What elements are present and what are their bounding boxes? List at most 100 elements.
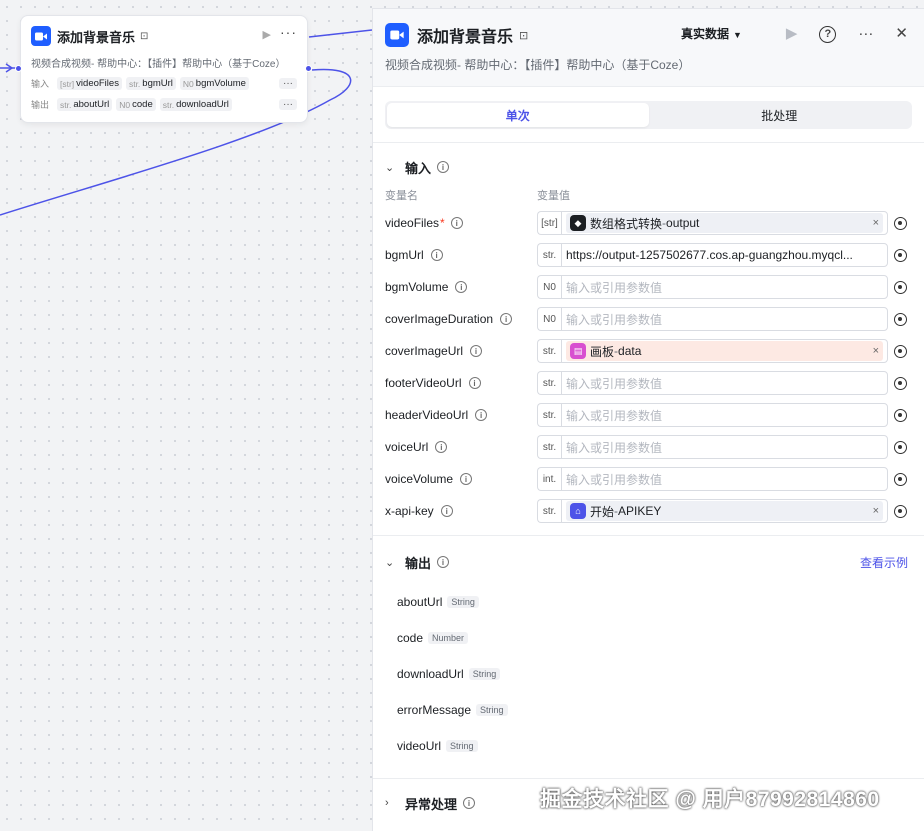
more-icon[interactable]: ···: [858, 25, 873, 42]
param-name-text: voiceUrl: [385, 440, 429, 454]
clear-icon[interactable]: ×: [873, 217, 879, 229]
param-name-text: coverImageUrl: [385, 344, 464, 358]
run-icon[interactable]: ▶: [786, 24, 798, 42]
param-name: x-api-key i: [385, 504, 537, 518]
info-icon[interactable]: i: [500, 313, 513, 325]
info-icon[interactable]: i: [437, 161, 450, 173]
reference-picker-icon[interactable]: [888, 307, 912, 331]
param-input[interactable]: str. ⌂ 开始 - APIKEY ×: [537, 499, 912, 523]
reference-picker-icon[interactable]: [888, 211, 912, 235]
value-field[interactable]: https://output-1257502677.cos.ap-guangzh…: [561, 243, 888, 267]
param-input[interactable]: str. https://output-1257502677.cos.ap-gu…: [537, 243, 912, 267]
input-section-header[interactable]: ⌄ 输入 i: [373, 155, 924, 179]
plugin-node-add-bgm[interactable]: 添加背景音乐 ⊡ ▶ ··· 视频合成视频- 帮助中心：【插件】帮助中心（基于C…: [20, 15, 308, 123]
output-port[interactable]: [305, 65, 312, 72]
node-config-panel: 添加背景音乐 ⊡ 真实数据 ▼ ▶ ? ··· ✕ 视频合成视频- 帮助中心：【插…: [372, 8, 924, 831]
ref-node: 数组格式转换: [590, 216, 663, 231]
input-label: 输入: [31, 79, 50, 89]
more-icon[interactable]: ···: [280, 24, 297, 40]
param-name-text: bgmVolume: [385, 280, 449, 294]
type-tag: str.: [537, 403, 561, 427]
video-camera-icon: [385, 23, 409, 47]
tab-single[interactable]: 单次: [387, 103, 649, 127]
info-icon[interactable]: i: [435, 441, 448, 453]
input-port[interactable]: [15, 65, 22, 72]
param-name-text: coverImageDuration: [385, 312, 494, 326]
value-field[interactable]: 输入或引用参数值: [561, 403, 888, 427]
reference-chip[interactable]: ⌂ 开始 - APIKEY ×: [566, 501, 883, 521]
ref-var: data: [618, 344, 642, 358]
reference-picker-icon[interactable]: [888, 435, 912, 459]
info-icon[interactable]: i: [455, 281, 468, 293]
param-value: https://output-1257502677.cos.ap-guangzh…: [566, 248, 853, 262]
param-input[interactable]: [str] ◆ 数组格式转换 - output ×: [537, 211, 912, 235]
value-field[interactable]: 输入或引用参数值: [561, 371, 888, 395]
value-field[interactable]: 输入或引用参数值: [561, 435, 888, 459]
run-mode-tabs: 单次 批处理: [385, 101, 912, 129]
ref-node: 画板: [590, 344, 615, 359]
output-chip: str. downloadUrl: [159, 98, 232, 111]
info-icon[interactable]: i: [460, 473, 473, 485]
param-name-text: videoFiles: [385, 216, 440, 230]
info-icon[interactable]: i: [468, 377, 481, 389]
param-row: x-api-key i str. ⌂ 开始 - APIKEY ×: [373, 495, 924, 527]
value-field[interactable]: ◆ 数组格式转换 - output ×: [561, 211, 888, 235]
chevron-down-icon: ⌄: [385, 556, 395, 569]
param-input[interactable]: str. 输入或引用参数值: [537, 435, 912, 459]
clear-icon[interactable]: ×: [873, 505, 879, 517]
reference-picker-icon[interactable]: [888, 403, 912, 427]
info-icon[interactable]: i: [440, 505, 453, 517]
type-tag: str.: [537, 499, 561, 523]
param-input[interactable]: int. 输入或引用参数值: [537, 467, 912, 491]
info-icon[interactable]: i: [463, 797, 476, 809]
run-icon[interactable]: ▶: [263, 28, 271, 41]
output-chip: N0 code: [116, 98, 156, 111]
reference-picker-icon[interactable]: [888, 339, 912, 363]
param-input[interactable]: str. ▤ 画板 - data ×: [537, 339, 912, 363]
param-input[interactable]: N0 输入或引用参数值: [537, 307, 912, 331]
panel-header: 添加背景音乐 ⊡ 真实数据 ▼ ▶ ? ··· ✕ 视频合成视频- 帮助中心：【插…: [373, 9, 924, 87]
panel-desc: 视频合成视频- 帮助中心：【插件】帮助中心（基于Coze）: [385, 58, 691, 72]
data-mode-select[interactable]: 真实数据 ▼: [681, 25, 742, 42]
node-outputs-row: 输出 str. aboutUrl N0 code str. downloadUrl ·…: [31, 97, 297, 112]
reference-picker-icon[interactable]: [888, 275, 912, 299]
param-row: bgmVolume i N0 输入或引用参数值: [373, 271, 924, 303]
see-example-link[interactable]: 查看示例: [860, 554, 908, 571]
param-input[interactable]: str. 输入或引用参数值: [537, 371, 912, 395]
param-input[interactable]: N0 输入或引用参数值: [537, 275, 912, 299]
value-field[interactable]: ▤ 画板 - data ×: [561, 339, 888, 363]
param-name-text: footerVideoUrl: [385, 376, 462, 390]
workflow-canvas[interactable]: 添加背景音乐 ⊡ ▶ ··· 视频合成视频- 帮助中心：【插件】帮助中心（基于C…: [0, 0, 372, 831]
output-section-header[interactable]: ⌄ 输出 i 查看示例: [373, 550, 924, 574]
type-tag: str.: [537, 435, 561, 459]
info-icon[interactable]: i: [450, 217, 463, 229]
close-icon[interactable]: ✕: [895, 24, 908, 42]
tab-batch[interactable]: 批处理: [649, 103, 911, 127]
value-field[interactable]: 输入或引用参数值: [561, 275, 888, 299]
info-icon[interactable]: i: [430, 249, 443, 261]
param-row: headerVideoUrl i str. 输入或引用参数值: [373, 399, 924, 431]
value-field[interactable]: 输入或引用参数值: [561, 307, 888, 331]
reference-picker-icon[interactable]: [888, 243, 912, 267]
reference-picker-icon[interactable]: [888, 371, 912, 395]
caret-down-icon: ▼: [732, 29, 742, 40]
info-icon[interactable]: i: [437, 556, 450, 568]
value-field[interactable]: ⌂ 开始 - APIKEY ×: [561, 499, 888, 523]
param-input[interactable]: str. 输入或引用参数值: [537, 403, 912, 427]
store-icon: ⊡: [140, 30, 149, 42]
param-placeholder: 输入或引用参数值: [566, 472, 663, 487]
reference-picker-icon[interactable]: [888, 499, 912, 523]
value-field[interactable]: 输入或引用参数值: [561, 467, 888, 491]
param-name: headerVideoUrl i: [385, 408, 537, 422]
help-icon[interactable]: ?: [819, 24, 837, 43]
panel-title[interactable]: 添加背景音乐: [417, 23, 513, 47]
param-row: videoFiles * i [str] ◆ 数组格式转换 - output ×: [373, 207, 924, 239]
canvas-icon: ▤: [570, 343, 586, 359]
reference-picker-icon[interactable]: [888, 467, 912, 491]
reference-chip[interactable]: ◆ 数组格式转换 - output ×: [566, 213, 883, 233]
node-inputs-row: 输入 [str] videoFiles str. bgmUrl N0 bgmVolum…: [31, 76, 297, 91]
info-icon[interactable]: i: [470, 345, 483, 357]
clear-icon[interactable]: ×: [873, 345, 879, 357]
info-icon[interactable]: i: [475, 409, 488, 421]
reference-chip[interactable]: ▤ 画板 - data ×: [566, 341, 883, 361]
